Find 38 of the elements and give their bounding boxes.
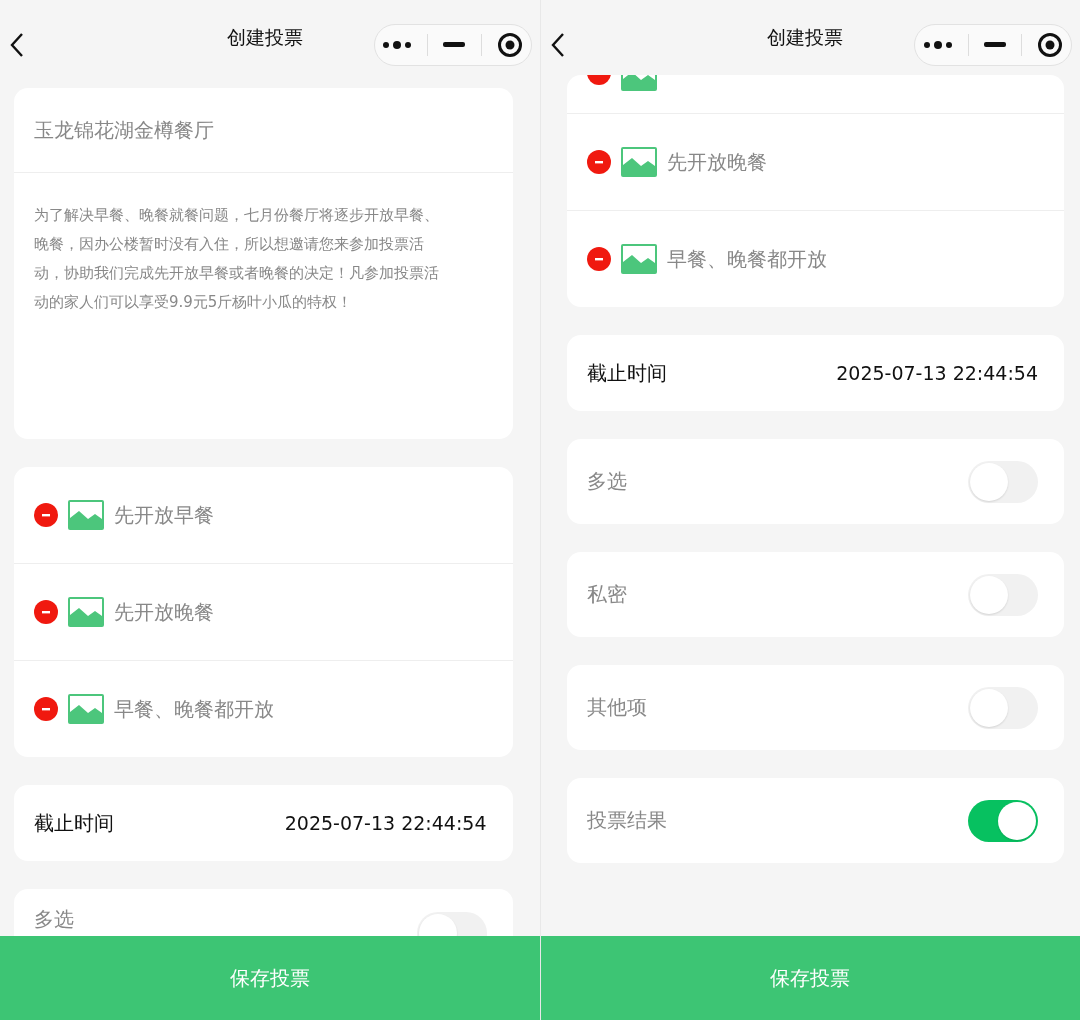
page-title: 创建投票 xyxy=(226,24,303,50)
remove-icon[interactable] xyxy=(586,247,611,271)
option-label[interactable]: 先开放晚餐 xyxy=(666,148,767,176)
deadline-row[interactable]: 截止时间 2025-07-13 22:44:54 xyxy=(14,785,513,861)
remove-icon[interactable] xyxy=(34,600,58,624)
poll-description[interactable]: 为了解决早餐、晚餐就餐问题，七月份餐厅将逐步开放早餐、晚餐，因办公楼暂时没有入住，所以想邀请您来参加投票活动，协助我们完成先开放早餐或者晚餐的决定！凡参加投票活动的家人们可以享受9.9元5斤杨叶小瓜的特权！ xyxy=(34,201,439,317)
toggle-switch[interactable] xyxy=(968,686,1038,729)
remove-icon[interactable] xyxy=(586,150,611,174)
toggle-switch[interactable] xyxy=(968,460,1038,503)
deadline-value: 2025-07-13 22:44:54 xyxy=(284,812,487,834)
setting-label: 其他项 xyxy=(586,694,647,721)
setting-label: 多选 xyxy=(586,468,627,495)
save-button[interactable]: 保存投票 xyxy=(540,936,1080,1020)
option-label[interactable]: 先开放早餐 xyxy=(114,501,214,529)
minimize-icon[interactable] xyxy=(443,42,466,48)
setting-label: 私密 xyxy=(586,581,627,608)
toggle-switch[interactable] xyxy=(968,573,1038,616)
more-icon[interactable] xyxy=(382,40,413,50)
remove-icon[interactable] xyxy=(34,697,58,721)
save-button[interactable]: 保存投票 xyxy=(0,936,540,1020)
deadline-label: 截止时间 xyxy=(34,809,114,837)
minimize-icon[interactable] xyxy=(983,42,1006,48)
remove-icon[interactable] xyxy=(34,503,58,527)
page-title: 创建投票 xyxy=(767,24,844,50)
toggle-switch[interactable] xyxy=(416,912,487,938)
option-label[interactable]: 先开放晚餐 xyxy=(114,598,214,626)
deadline-value: 2025-07-13 22:44:54 xyxy=(836,362,1038,384)
setting-label: 多选 xyxy=(34,907,74,931)
close-icon[interactable] xyxy=(496,32,523,58)
toggle-switch[interactable] xyxy=(968,799,1038,842)
option-label[interactable]: 早餐、晚餐都开放 xyxy=(114,695,274,723)
setting-label: 投票结果 xyxy=(586,807,667,834)
more-icon[interactable] xyxy=(922,40,953,50)
poll-title[interactable]: 玉龙锦花湖金樽餐厅 xyxy=(14,88,513,173)
deadline-label: 截止时间 xyxy=(586,359,667,387)
deadline-row[interactable]: 截止时间 2025-07-13 22:44:54 xyxy=(566,335,1064,411)
close-icon[interactable] xyxy=(1037,32,1064,58)
option-label[interactable]: 早餐、晚餐都开放 xyxy=(666,245,827,273)
